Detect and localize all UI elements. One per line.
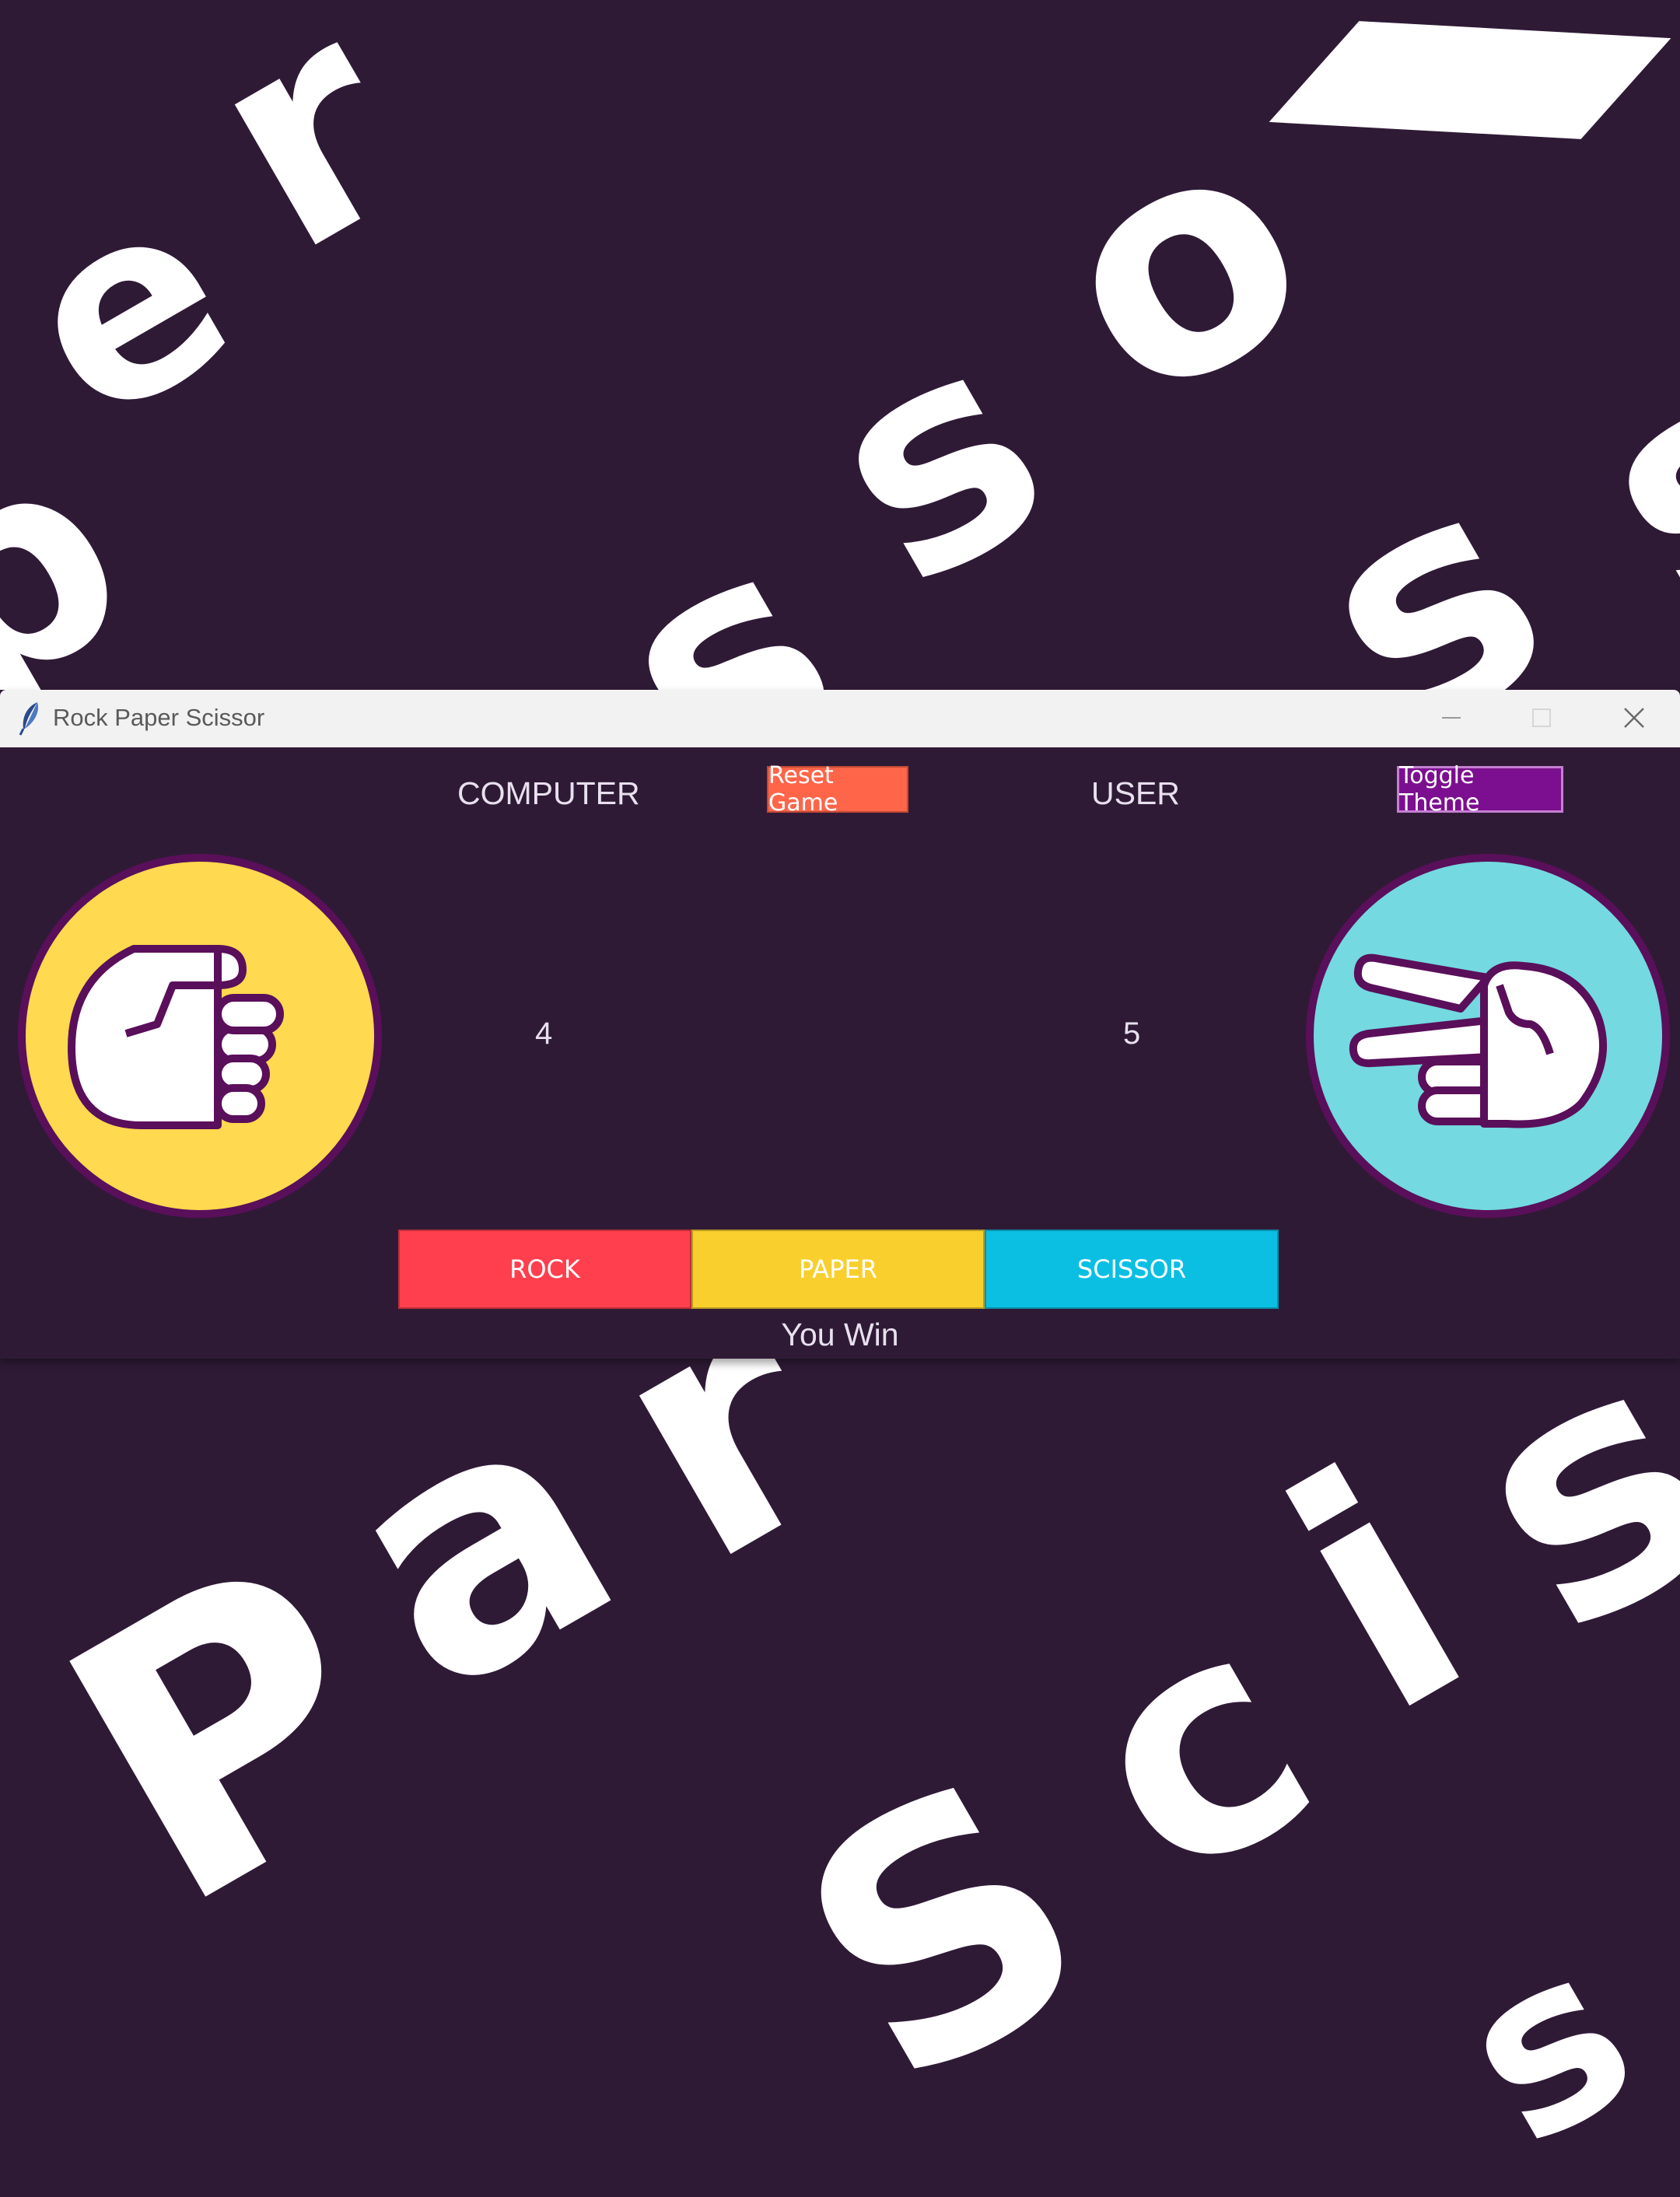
computer-score: 4: [535, 1016, 553, 1051]
feather-icon: [19, 702, 39, 736]
title-bar[interactable]: Rock Paper Scissor: [0, 690, 1680, 747]
toggle-theme-button[interactable]: Toggle Theme: [1397, 762, 1563, 817]
bg-letter: c: [1026, 1546, 1367, 1953]
bg-letter: s: [1419, 1892, 1675, 2197]
paper-hand-icon: [18, 854, 382, 1218]
user-label: USER: [1091, 775, 1180, 811]
minimize-button[interactable]: [1405, 690, 1496, 747]
reset-game-button[interactable]: Reset Game: [767, 762, 908, 817]
minimize-icon: [1442, 717, 1461, 719]
scissor-button[interactable]: SCISSOR: [985, 1230, 1279, 1309]
maximize-icon: [1532, 708, 1551, 727]
close-icon: [1624, 708, 1644, 728]
bg-dash: [1269, 21, 1671, 139]
bg-letter: e: [0, 134, 276, 481]
bg-letter: s: [1539, 278, 1680, 685]
maximize-button[interactable]: [1496, 690, 1588, 747]
app-window: Rock Paper Scissor COMPUTER Reset Game U…: [0, 690, 1680, 1359]
rock-button[interactable]: ROCK: [398, 1230, 691, 1309]
bg-letter: r: [156, 0, 456, 318]
window-title: Rock Paper Scissor: [53, 704, 265, 731]
close-button[interactable]: [1588, 690, 1680, 747]
scissor-hand-icon: [1306, 854, 1670, 1218]
bg-letter: S: [743, 1704, 1146, 2161]
computer-label: COMPUTER: [457, 775, 640, 811]
user-score: 5: [1123, 1016, 1141, 1051]
bg-letter: s: [773, 265, 1098, 652]
bg-letter: o: [996, 54, 1363, 474]
result-text: You Win: [781, 1317, 899, 1352]
paper-button[interactable]: PAPER: [691, 1230, 985, 1309]
